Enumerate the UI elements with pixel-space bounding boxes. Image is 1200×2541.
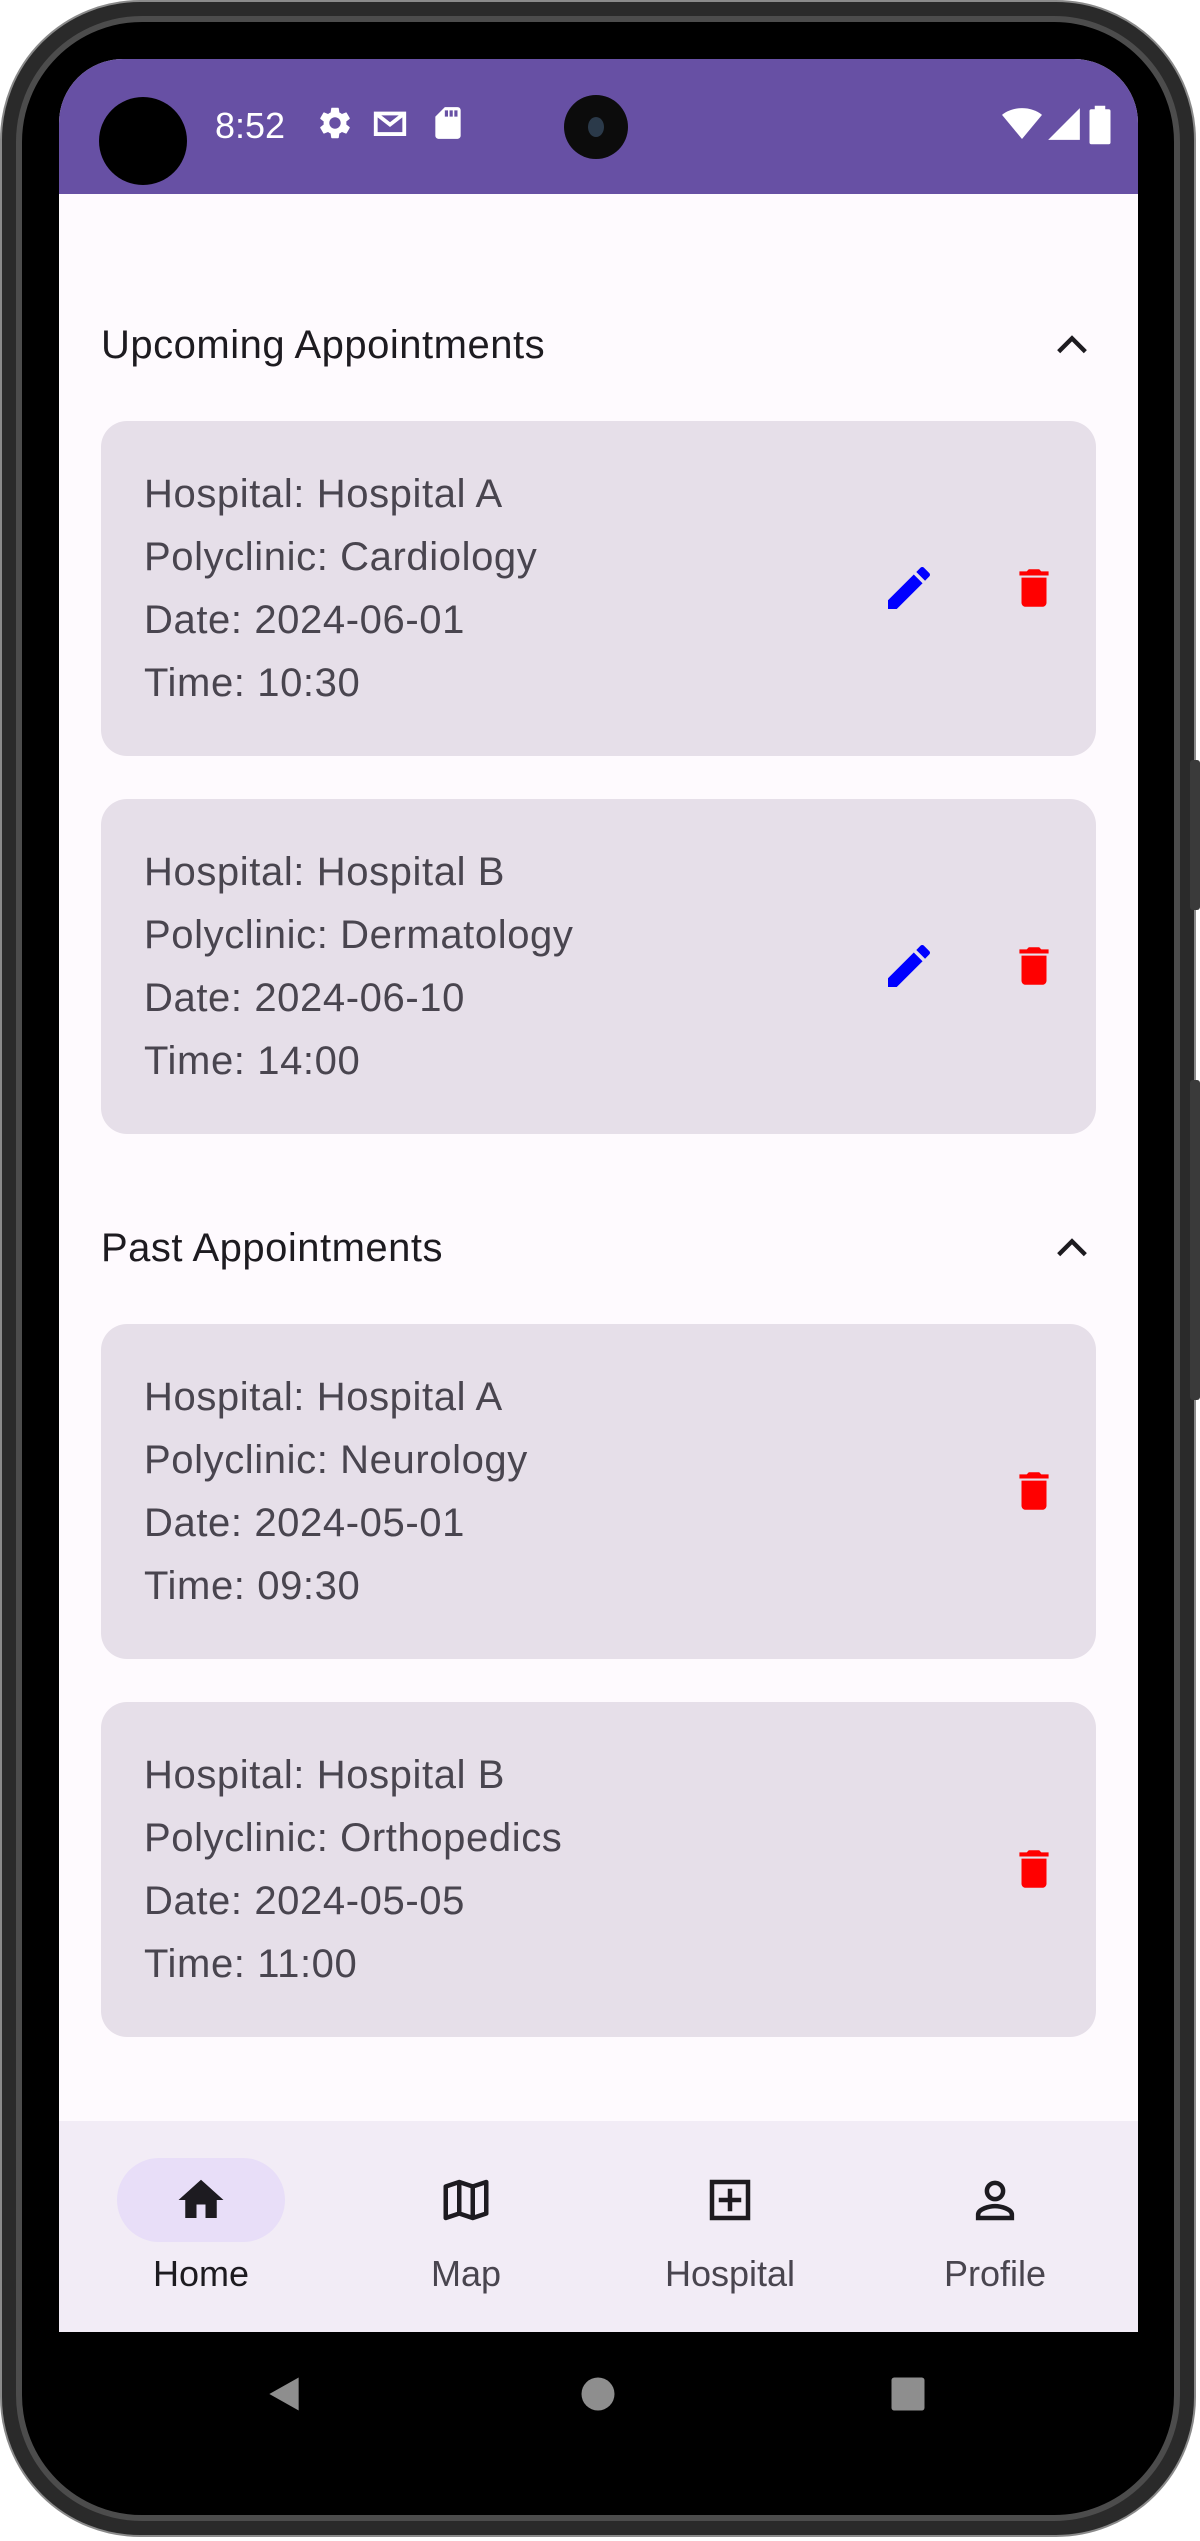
delete-button[interactable] <box>1001 933 1067 999</box>
appointment-card: Hospital: Hospital A Polyclinic: Neurolo… <box>101 1324 1096 1659</box>
recents-icon[interactable] <box>886 2370 930 2418</box>
home-circle-icon[interactable] <box>576 2370 620 2418</box>
back-icon[interactable] <box>262 2370 306 2418</box>
sd-card-icon <box>435 107 461 139</box>
front-camera <box>564 95 628 159</box>
map-icon <box>443 2179 489 2221</box>
delete-button[interactable] <box>1001 1836 1067 1902</box>
status-time: 8:52 <box>215 105 286 146</box>
hospital-plus-icon <box>709 2179 751 2221</box>
delete-button[interactable] <box>1001 1458 1067 1524</box>
nav-item-hospital[interactable]: Hospital <box>588 2121 858 2332</box>
hospital-text: Hospital: Hospital B <box>144 850 506 894</box>
nav-label-map: Map <box>430 2253 502 2294</box>
nav-label-home: Home <box>152 2253 250 2294</box>
time-text: Time: 11:00 <box>144 1942 358 1986</box>
home-icon <box>178 2179 224 2218</box>
nav-label-hospital: Hospital <box>664 2253 796 2294</box>
past-section-header[interactable]: Past Appointments <box>101 1213 1096 1283</box>
appointment-card: Hospital: Hospital B Polyclinic: Dermato… <box>101 799 1096 1134</box>
date-text: Date: 2024-05-05 <box>144 1879 465 1923</box>
date-text: Date: 2024-06-10 <box>144 976 465 1020</box>
past-section-title: Past Appointments <box>101 1225 444 1270</box>
appointment-card: Hospital: Hospital B Polyclinic: Orthope… <box>101 1702 1096 2037</box>
gmail-icon <box>373 111 407 136</box>
pencil-icon <box>888 566 931 609</box>
volume-button <box>1190 1080 1200 1400</box>
hospital-text: Hospital: Hospital A <box>144 472 503 516</box>
hospital-text: Hospital: Hospital B <box>144 1753 506 1797</box>
hospital-text: Hospital: Hospital A <box>144 1375 503 1419</box>
date-text: Date: 2024-06-01 <box>144 598 465 642</box>
trash-icon <box>1019 569 1049 607</box>
edit-button[interactable] <box>876 933 942 999</box>
time-text: Time: 10:30 <box>144 661 361 705</box>
battery-icon <box>1089 105 1111 145</box>
nav-indicator <box>117 2158 285 2242</box>
appointment-card: Hospital: Hospital A Polyclinic: Cardiol… <box>101 421 1096 756</box>
pencil-icon <box>888 944 931 987</box>
chevron-up-icon[interactable] <box>1048 1224 1096 1272</box>
chevron-up-icon[interactable] <box>1048 321 1096 369</box>
trash-icon <box>1019 1850 1049 1888</box>
nav-item-map[interactable]: Map <box>324 2121 594 2332</box>
nav-item-home[interactable]: Home <box>59 2121 329 2332</box>
delete-button[interactable] <box>1001 555 1067 621</box>
trash-icon <box>1019 1472 1049 1510</box>
signal-icon <box>1048 108 1080 140</box>
date-text: Date: 2024-05-01 <box>144 1501 465 1545</box>
settings-icon <box>320 107 350 139</box>
person-icon <box>975 2180 1015 2221</box>
trash-icon <box>1019 947 1049 985</box>
system-navigation-bar <box>59 2332 1138 2457</box>
status-dot <box>99 97 187 185</box>
device-screen: 8:52 Upcoming Appointments Hospital: Hos… <box>59 59 1138 2332</box>
time-text: Time: 14:00 <box>144 1039 361 1083</box>
upcoming-section-title: Upcoming Appointments <box>101 322 546 367</box>
upcoming-section-header[interactable]: Upcoming Appointments <box>101 310 1096 380</box>
nav-label-profile: Profile <box>943 2253 1047 2294</box>
wifi-icon <box>1002 108 1042 139</box>
polyclinic-text: Polyclinic: Dermatology <box>144 913 574 957</box>
time-text: Time: 09:30 <box>144 1564 361 1608</box>
status-bar: 8:52 <box>59 59 1138 194</box>
power-button <box>1190 760 1200 910</box>
bottom-navigation: Home Map Hospital Profile <box>59 2121 1138 2332</box>
polyclinic-text: Polyclinic: Neurology <box>144 1438 528 1482</box>
polyclinic-text: Polyclinic: Orthopedics <box>144 1816 563 1860</box>
polyclinic-text: Polyclinic: Cardiology <box>144 535 538 579</box>
nav-item-profile[interactable]: Profile <box>853 2121 1123 2332</box>
edit-button[interactable] <box>876 555 942 621</box>
